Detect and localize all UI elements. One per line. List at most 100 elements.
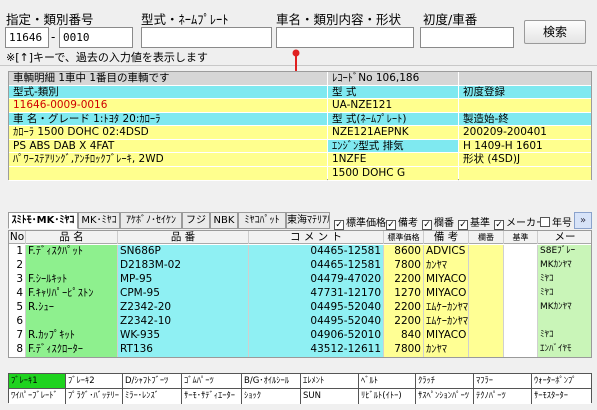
reg-no-input[interactable] xyxy=(420,27,514,48)
cell-maker[interactable]: S8Eﾌﾞﾚｰ xyxy=(538,245,591,259)
cell-ran[interactable] xyxy=(469,245,504,259)
cell-note[interactable]: ｴﾑｹｰｶﾝﾔﾏ xyxy=(424,301,469,315)
tab-fuji[interactable]: フジ xyxy=(182,212,210,229)
col-name[interactable]: 品 名 xyxy=(26,231,118,244)
category-button[interactable]: ﾌﾟﾗｸﾞ･ﾊﾞｯﾃﾘｰ xyxy=(66,389,123,404)
tab-nbk[interactable]: NBK xyxy=(210,212,238,229)
category-button[interactable]: ﾃｸﾉﾊﾟｰﾂ xyxy=(474,389,532,404)
cell-part[interactable]: Z2342-10 xyxy=(118,315,249,329)
cell-comment[interactable]: 04465-12581 xyxy=(249,259,384,273)
cell-note[interactable]: ADVICS xyxy=(424,245,469,259)
table-row[interactable]: 4 F.ｷｬﾘﾊﾟｰﾋﾟｽﾄﾝ CPM-95 47731-12170 1270 MIYAC… xyxy=(9,287,591,301)
cell-ran[interactable] xyxy=(469,329,504,343)
category-button[interactable]: ﾘﾋﾞﾙﾄ(ｲﾄｰ) xyxy=(359,389,416,404)
cell-std[interactable] xyxy=(504,315,538,329)
check-ran[interactable]: ✓ 欄番 xyxy=(422,214,454,230)
category-button[interactable]: ﾐﾗｰ･ﾚﾝｽﾞ xyxy=(123,389,182,404)
check-note[interactable]: ✓ 備考 xyxy=(386,214,418,230)
table-row[interactable]: 3 F.ｼｰﾙｷｯﾄ MP-95 04479-47020 2200 MIYACO ﾐﾔｺ xyxy=(9,273,591,287)
category-button[interactable]: ﾏﾌﾗｰ xyxy=(474,374,532,389)
cell-ran[interactable] xyxy=(469,343,504,357)
cell-maker[interactable]: ﾐﾔｺ xyxy=(538,287,591,301)
cell-comment[interactable]: 47731-12170 xyxy=(249,287,384,301)
col-note[interactable]: 備 考 xyxy=(424,231,469,244)
category-button[interactable]: ﾍﾞﾙﾄ xyxy=(359,374,416,389)
cell-maker[interactable]: ﾐﾔｺ xyxy=(538,329,591,343)
table-row[interactable]: 2 D2183M-02 04465-12581 7800 ｶﾝﾔﾏ MKｶﾝﾔﾏ xyxy=(9,259,591,273)
category-button[interactable]: ｻｰﾓ･ｻﾃﾞｨｴｰﾀｰ xyxy=(182,389,242,404)
cell-part[interactable]: MP-95 xyxy=(118,273,249,287)
cell-name[interactable] xyxy=(26,315,118,329)
table-row[interactable]: 1 F.ﾃﾞｨｽｸﾊﾟｯﾄ SN686P 04465-12581 8600 ADVICS S… xyxy=(9,245,591,259)
category-button[interactable]: ﾜｲﾊﾟｰﾌﾞﾚｰﾄﾞ xyxy=(9,389,66,404)
cell-part[interactable]: CPM-95 xyxy=(118,287,249,301)
cell-maker[interactable]: MKｶﾝﾔﾏ xyxy=(538,301,591,315)
cell-maker[interactable] xyxy=(538,315,591,329)
category-button[interactable]: ｸﾗｯﾁ xyxy=(416,374,474,389)
category-button[interactable]: ｺﾞﾑﾊﾟｰﾂ xyxy=(182,374,242,389)
category-button[interactable]: ｼｮｯｸ xyxy=(242,389,301,404)
cell-no[interactable]: 3 xyxy=(9,273,26,287)
cell-note[interactable]: ｶﾝﾔﾏ xyxy=(424,259,469,273)
cell-name[interactable]: F.ｼｰﾙｷｯﾄ xyxy=(26,273,118,287)
cell-comment[interactable]: 43512-12611 xyxy=(249,343,384,357)
col-part[interactable]: 品 番 xyxy=(118,231,249,244)
cell-no[interactable]: 5 xyxy=(9,301,26,315)
col-maker[interactable]: メー xyxy=(538,231,591,244)
model-no-input[interactable]: 11646 xyxy=(5,27,49,48)
more-tabs-button[interactable]: » xyxy=(574,212,592,229)
cell-name[interactable]: R.ｼｭｰ xyxy=(26,301,118,315)
cell-no[interactable]: 6 xyxy=(9,315,26,329)
cell-comment[interactable]: 04906-52010 xyxy=(249,329,384,343)
cell-note[interactable]: MIYACO xyxy=(424,329,469,343)
tab-akebono[interactable]: ｱｹﾎﾞﾉ･ｾｲｹﾝ xyxy=(120,212,182,229)
cell-price[interactable]: 7800 xyxy=(384,343,424,357)
cell-price[interactable]: 1270 xyxy=(384,287,424,301)
tab-tokai[interactable]: 東海ﾏﾃﾘｱﾙ xyxy=(286,212,330,229)
cell-name[interactable] xyxy=(26,259,118,273)
cell-ran[interactable] xyxy=(469,273,504,287)
cell-price[interactable]: 2200 xyxy=(384,273,424,287)
cell-note[interactable]: MIYACO xyxy=(424,287,469,301)
col-no[interactable]: No xyxy=(9,231,26,244)
table-row[interactable]: 6 Z2342-10 04495-52040 2200 ｴﾑｹｰｶﾝﾔﾏ xyxy=(9,315,591,329)
cell-comment[interactable]: 04479-47020 xyxy=(249,273,384,287)
cell-no[interactable]: 8 xyxy=(9,343,26,357)
cell-ran[interactable] xyxy=(469,259,504,273)
category-button[interactable]: ｳｫｰﾀｰﾎﾟﾝﾌﾟ xyxy=(532,374,591,389)
category-button[interactable]: ﾌﾞﾚｰｷ2 xyxy=(66,374,123,389)
cell-name[interactable]: F.ﾃﾞｨｽｸﾊﾟｯﾄ xyxy=(26,245,118,259)
cell-no[interactable]: 1 xyxy=(9,245,26,259)
cell-part[interactable]: SN686P xyxy=(118,245,249,259)
table-row[interactable]: 8 F.ﾃﾞｨｽｸﾛｰﾀｰ RT136 43512-12611 7800 ｶﾝﾔﾏ ｴﾝﾊﾞ… xyxy=(9,343,591,357)
category-button[interactable]: ﾌﾞﾚｰｷ1 xyxy=(9,374,66,389)
check-year[interactable]: 年号 xyxy=(540,214,572,229)
category-button[interactable]: ｴﾚﾒﾝﾄ xyxy=(301,374,359,389)
cell-price[interactable]: 2200 xyxy=(384,315,424,329)
cell-price[interactable]: 840 xyxy=(384,329,424,343)
table-row[interactable]: 7 R.ｶｯﾌﾟｷｯﾄ WK-935 04906-52010 840 MIYACO ﾐﾔｺ xyxy=(9,329,591,343)
cell-note[interactable]: ｴﾑｹｰｶﾝﾔﾏ xyxy=(424,315,469,329)
cell-comment[interactable]: 04495-52040 xyxy=(249,301,384,315)
cell-ran[interactable] xyxy=(469,287,504,301)
cell-part[interactable]: RT136 xyxy=(118,343,249,357)
table-row[interactable]: 5 R.ｼｭｰ Z2342-20 04495-52040 2200 ｴﾑｹｰｶﾝﾔﾏ MKｶ… xyxy=(9,301,591,315)
cell-std[interactable] xyxy=(504,287,538,301)
cell-no[interactable]: 7 xyxy=(9,329,26,343)
col-std[interactable]: 基準 xyxy=(504,231,538,244)
category-button[interactable]: ｻｰﾓｽﾀｰﾀｰ xyxy=(532,389,591,404)
cell-std[interactable] xyxy=(504,259,538,273)
cell-part[interactable]: Z2342-20 xyxy=(118,301,249,315)
cell-no[interactable]: 4 xyxy=(9,287,26,301)
col-comment[interactable]: コ メ ン ト xyxy=(249,231,384,244)
tab-miyako-pad[interactable]: ﾐﾔｺﾊﾟｯﾄ xyxy=(238,212,286,229)
cell-price[interactable]: 8600 xyxy=(384,245,424,259)
tab-sumitomo[interactable]: ｽﾐﾄﾓ･MK･ﾐﾔｺ xyxy=(8,212,78,229)
cell-std[interactable] xyxy=(504,329,538,343)
cell-price[interactable]: 2200 xyxy=(384,301,424,315)
category-button[interactable]: D/ｼｬﾌﾄﾌﾞｰﾂ xyxy=(123,374,182,389)
cell-part[interactable]: WK-935 xyxy=(118,329,249,343)
col-price[interactable]: 標準価格 xyxy=(384,231,424,244)
cell-no[interactable]: 2 xyxy=(9,259,26,273)
cell-maker[interactable]: ﾐﾔｺ xyxy=(538,273,591,287)
